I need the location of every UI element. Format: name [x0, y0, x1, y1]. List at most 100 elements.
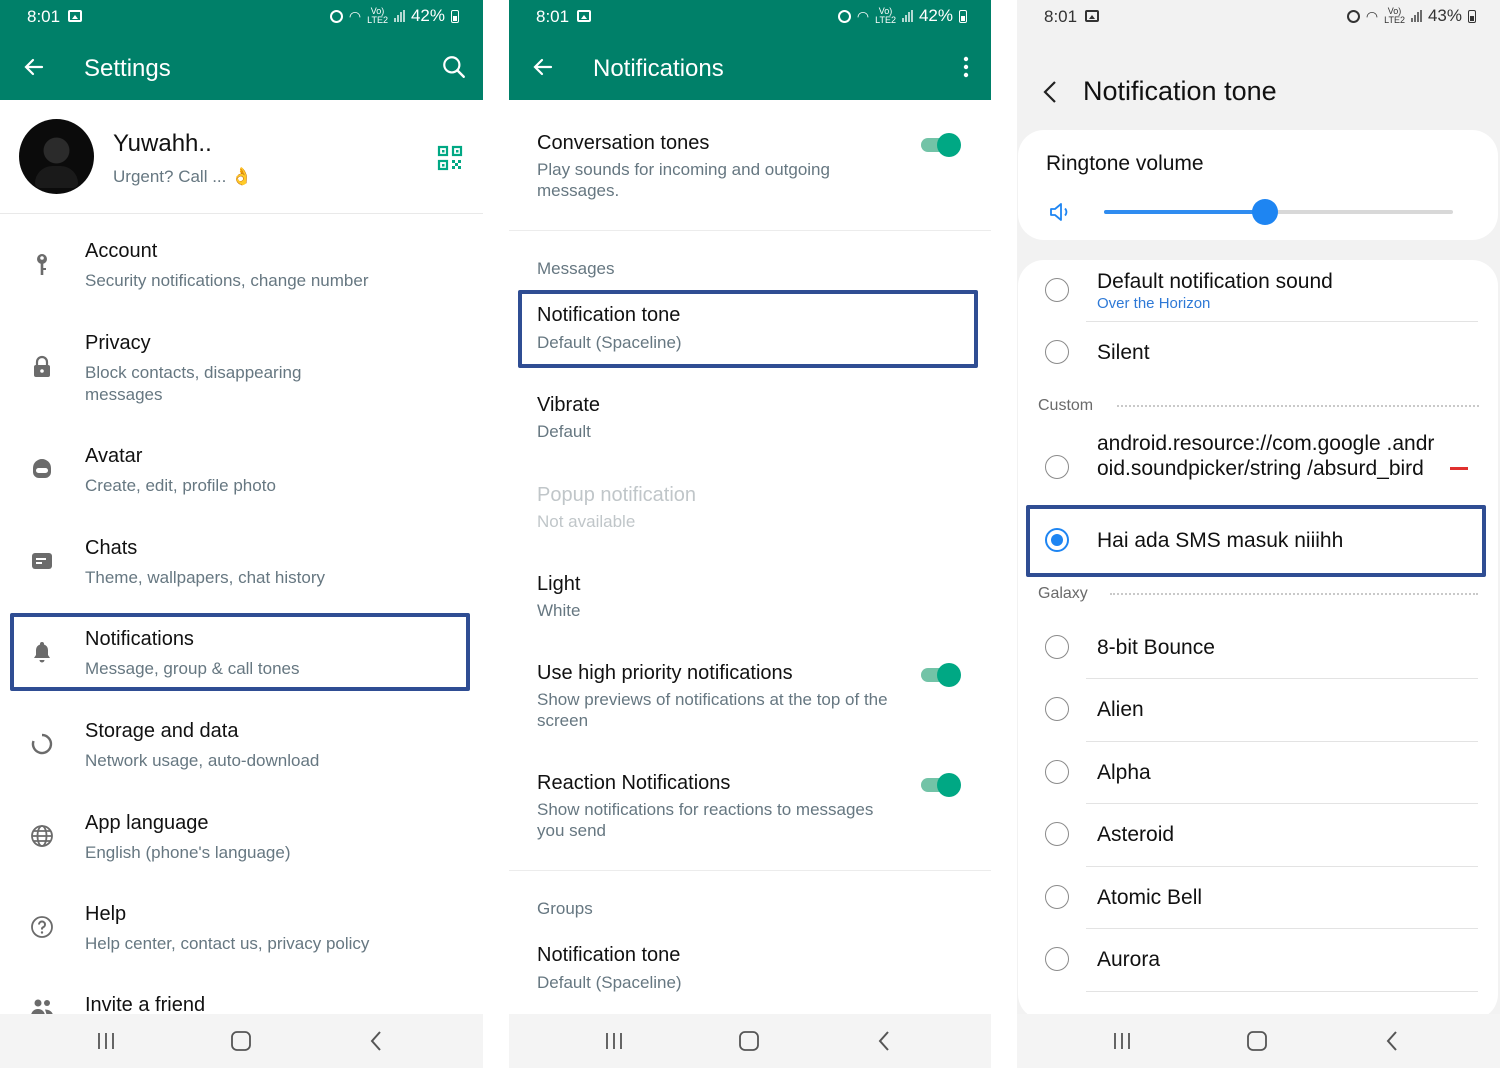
volte-indicator: Vo) LTE2	[1384, 6, 1405, 25]
status-icons: ◠ Vo) LTE2 42%	[837, 6, 967, 26]
recent-apps-icon[interactable]	[93, 1028, 119, 1054]
tone-current-value: Over the Horizon	[1097, 295, 1211, 312]
signal-icon	[901, 10, 913, 22]
avatar[interactable]	[19, 119, 94, 194]
profile-row[interactable]: Yuwahh.. Urgent? Call ... 👌	[0, 100, 483, 214]
slider-thumb[interactable]	[1251, 199, 1278, 225]
status-icons: ◠ Vo) LTE2 43%	[1346, 6, 1476, 26]
tone-list-card: Default notification sound Over the Hori…	[1018, 260, 1498, 1020]
signal-icon	[1410, 10, 1422, 22]
radio-button[interactable]	[1045, 822, 1069, 846]
qr-code-icon[interactable]	[437, 145, 463, 171]
radio-button[interactable]	[1045, 760, 1069, 784]
radio-button[interactable]	[1045, 885, 1069, 909]
recent-apps-icon[interactable]	[1109, 1028, 1135, 1054]
highlight-box-notifications	[10, 613, 470, 691]
settings-item-help[interactable]: Help Help center, contact us, privacy po…	[0, 893, 483, 973]
notifications-header: 8:01 ◠ Vo) LTE2 42% Notifications	[509, 0, 991, 100]
home-icon[interactable]	[736, 1028, 762, 1054]
tone-option-galaxy[interactable]: Alien	[1018, 679, 1498, 741]
ringtone-volume-slider[interactable]	[1104, 199, 1453, 225]
row-title: Reaction Notifications	[537, 772, 731, 794]
recent-apps-icon[interactable]	[601, 1028, 627, 1054]
wifi-icon: ◠	[348, 7, 362, 24]
home-icon[interactable]	[228, 1028, 254, 1054]
nav-back-icon[interactable]	[872, 1028, 898, 1054]
settings-item-title: Avatar	[85, 445, 143, 467]
page-title: Notification tone	[1083, 76, 1277, 106]
conversation-tones-row[interactable]: Conversation tones Play sounds for incom…	[509, 120, 991, 220]
tone-option-default[interactable]: Default notification sound Over the Hori…	[1018, 260, 1498, 320]
notifications-screen: 8:01 ◠ Vo) LTE2 42% Notifications Convers…	[509, 0, 991, 1068]
reaction-notifications-row[interactable]: Reaction Notifications Show notification…	[509, 760, 991, 856]
radio-button[interactable]	[1045, 278, 1069, 302]
gallery-notification-icon	[577, 10, 591, 22]
radio-button[interactable]	[1045, 697, 1069, 721]
light-row[interactable]: Light White	[509, 561, 991, 635]
settings-item-chats[interactable]: Chats Theme, wallpapers, chat history	[0, 527, 483, 607]
speaker-icon[interactable]	[1048, 201, 1072, 223]
back-arrow-icon[interactable]	[531, 55, 555, 79]
tone-option-silent[interactable]: Silent	[1018, 322, 1498, 384]
settings-item-privacy[interactable]: Privacy Block contacts, disappearing mes…	[0, 322, 483, 412]
row-subtitle: Default (Spaceline)	[537, 973, 682, 992]
tone-option-galaxy[interactable]: Alpha	[1018, 742, 1498, 804]
tone-option-galaxy[interactable]: 8-bit Bounce	[1018, 616, 1498, 678]
battery-icon	[451, 9, 459, 23]
tone-option-galaxy[interactable]: Atomic Bell	[1018, 867, 1498, 929]
remove-custom-tone-button[interactable]	[1450, 467, 1468, 470]
key-icon	[37, 254, 47, 275]
settings-item-subtitle: Theme, wallpapers, chat history	[85, 568, 325, 587]
section-divider-dotted	[1117, 405, 1479, 407]
gallery-notification-icon	[1085, 10, 1099, 22]
back-arrow-icon[interactable]	[22, 55, 46, 79]
settings-item-account[interactable]: Account Security notifications, change n…	[0, 230, 483, 310]
search-icon[interactable]	[441, 54, 467, 80]
more-options-icon[interactable]	[953, 54, 979, 80]
radio-button[interactable]	[1045, 455, 1069, 479]
settings-item-subtitle: English (phone's language)	[85, 843, 291, 862]
settings-item-avatar[interactable]: Avatar Create, edit, profile photo	[0, 435, 483, 515]
row-title: Popup notification	[537, 484, 697, 506]
conversation-tones-toggle[interactable]	[921, 133, 961, 157]
settings-item-title: Account	[85, 240, 158, 262]
reaction-notifications-toggle[interactable]	[921, 773, 961, 797]
tone-option-galaxy[interactable]: Asteroid	[1018, 804, 1498, 866]
tone-label: Aurora	[1097, 948, 1161, 971]
radio-button[interactable]	[1045, 947, 1069, 971]
tone-label: Silent	[1097, 341, 1150, 364]
back-chevron-icon[interactable]	[1039, 78, 1063, 106]
battery-percent: 42%	[918, 6, 953, 25]
panel-gap	[483, 0, 509, 1068]
profile-about: Urgent? Call ... 👌	[113, 167, 253, 186]
nav-back-icon[interactable]	[364, 1028, 390, 1054]
notification-tone-screen: 8:01 ◠ Vo) LTE2 43% Notification tone Rin…	[1017, 0, 1500, 1068]
section-divider-dotted	[1110, 593, 1478, 595]
avatar-face-icon	[33, 459, 51, 478]
row-subtitle: White	[537, 601, 581, 620]
row-title: Use high priority notifications	[537, 662, 793, 684]
high-priority-row[interactable]: Use high priority notifications Show pre…	[509, 650, 991, 746]
group-notification-tone-row[interactable]: Notification tone Default (Spaceline)	[509, 932, 991, 1006]
system-nav-bar	[1017, 1014, 1500, 1068]
radio-button[interactable]	[1045, 340, 1069, 364]
home-icon[interactable]	[1244, 1028, 1270, 1054]
vibrate-row[interactable]: Vibrate Default	[509, 382, 991, 456]
tone-option-galaxy[interactable]: Aurora	[1018, 929, 1498, 991]
settings-item-subtitle: Security notifications, change number	[85, 271, 369, 290]
battery-percent: 42%	[410, 6, 445, 25]
row-title: Notification tone	[537, 944, 681, 966]
settings-item-storage[interactable]: Storage and data Network usage, auto-dow…	[0, 710, 483, 790]
settings-item-app-language[interactable]: App language English (phone's language)	[0, 802, 483, 882]
row-title: Light	[537, 573, 581, 595]
settings-item-subtitle: Block contacts, disappearing messages	[85, 363, 302, 404]
status-time: 8:01	[536, 7, 570, 26]
tone-option-custom-resource[interactable]: android.resource://com.google .android.s…	[1018, 428, 1498, 506]
radio-button[interactable]	[1045, 635, 1069, 659]
tone-label: android.resource://com.google .android.s…	[1097, 432, 1435, 480]
status-time: 8:01	[27, 7, 61, 26]
row-subtitle: Default	[537, 422, 591, 441]
nav-back-icon[interactable]	[1380, 1028, 1406, 1054]
high-priority-toggle[interactable]	[921, 663, 961, 687]
chat-icon	[32, 553, 52, 569]
